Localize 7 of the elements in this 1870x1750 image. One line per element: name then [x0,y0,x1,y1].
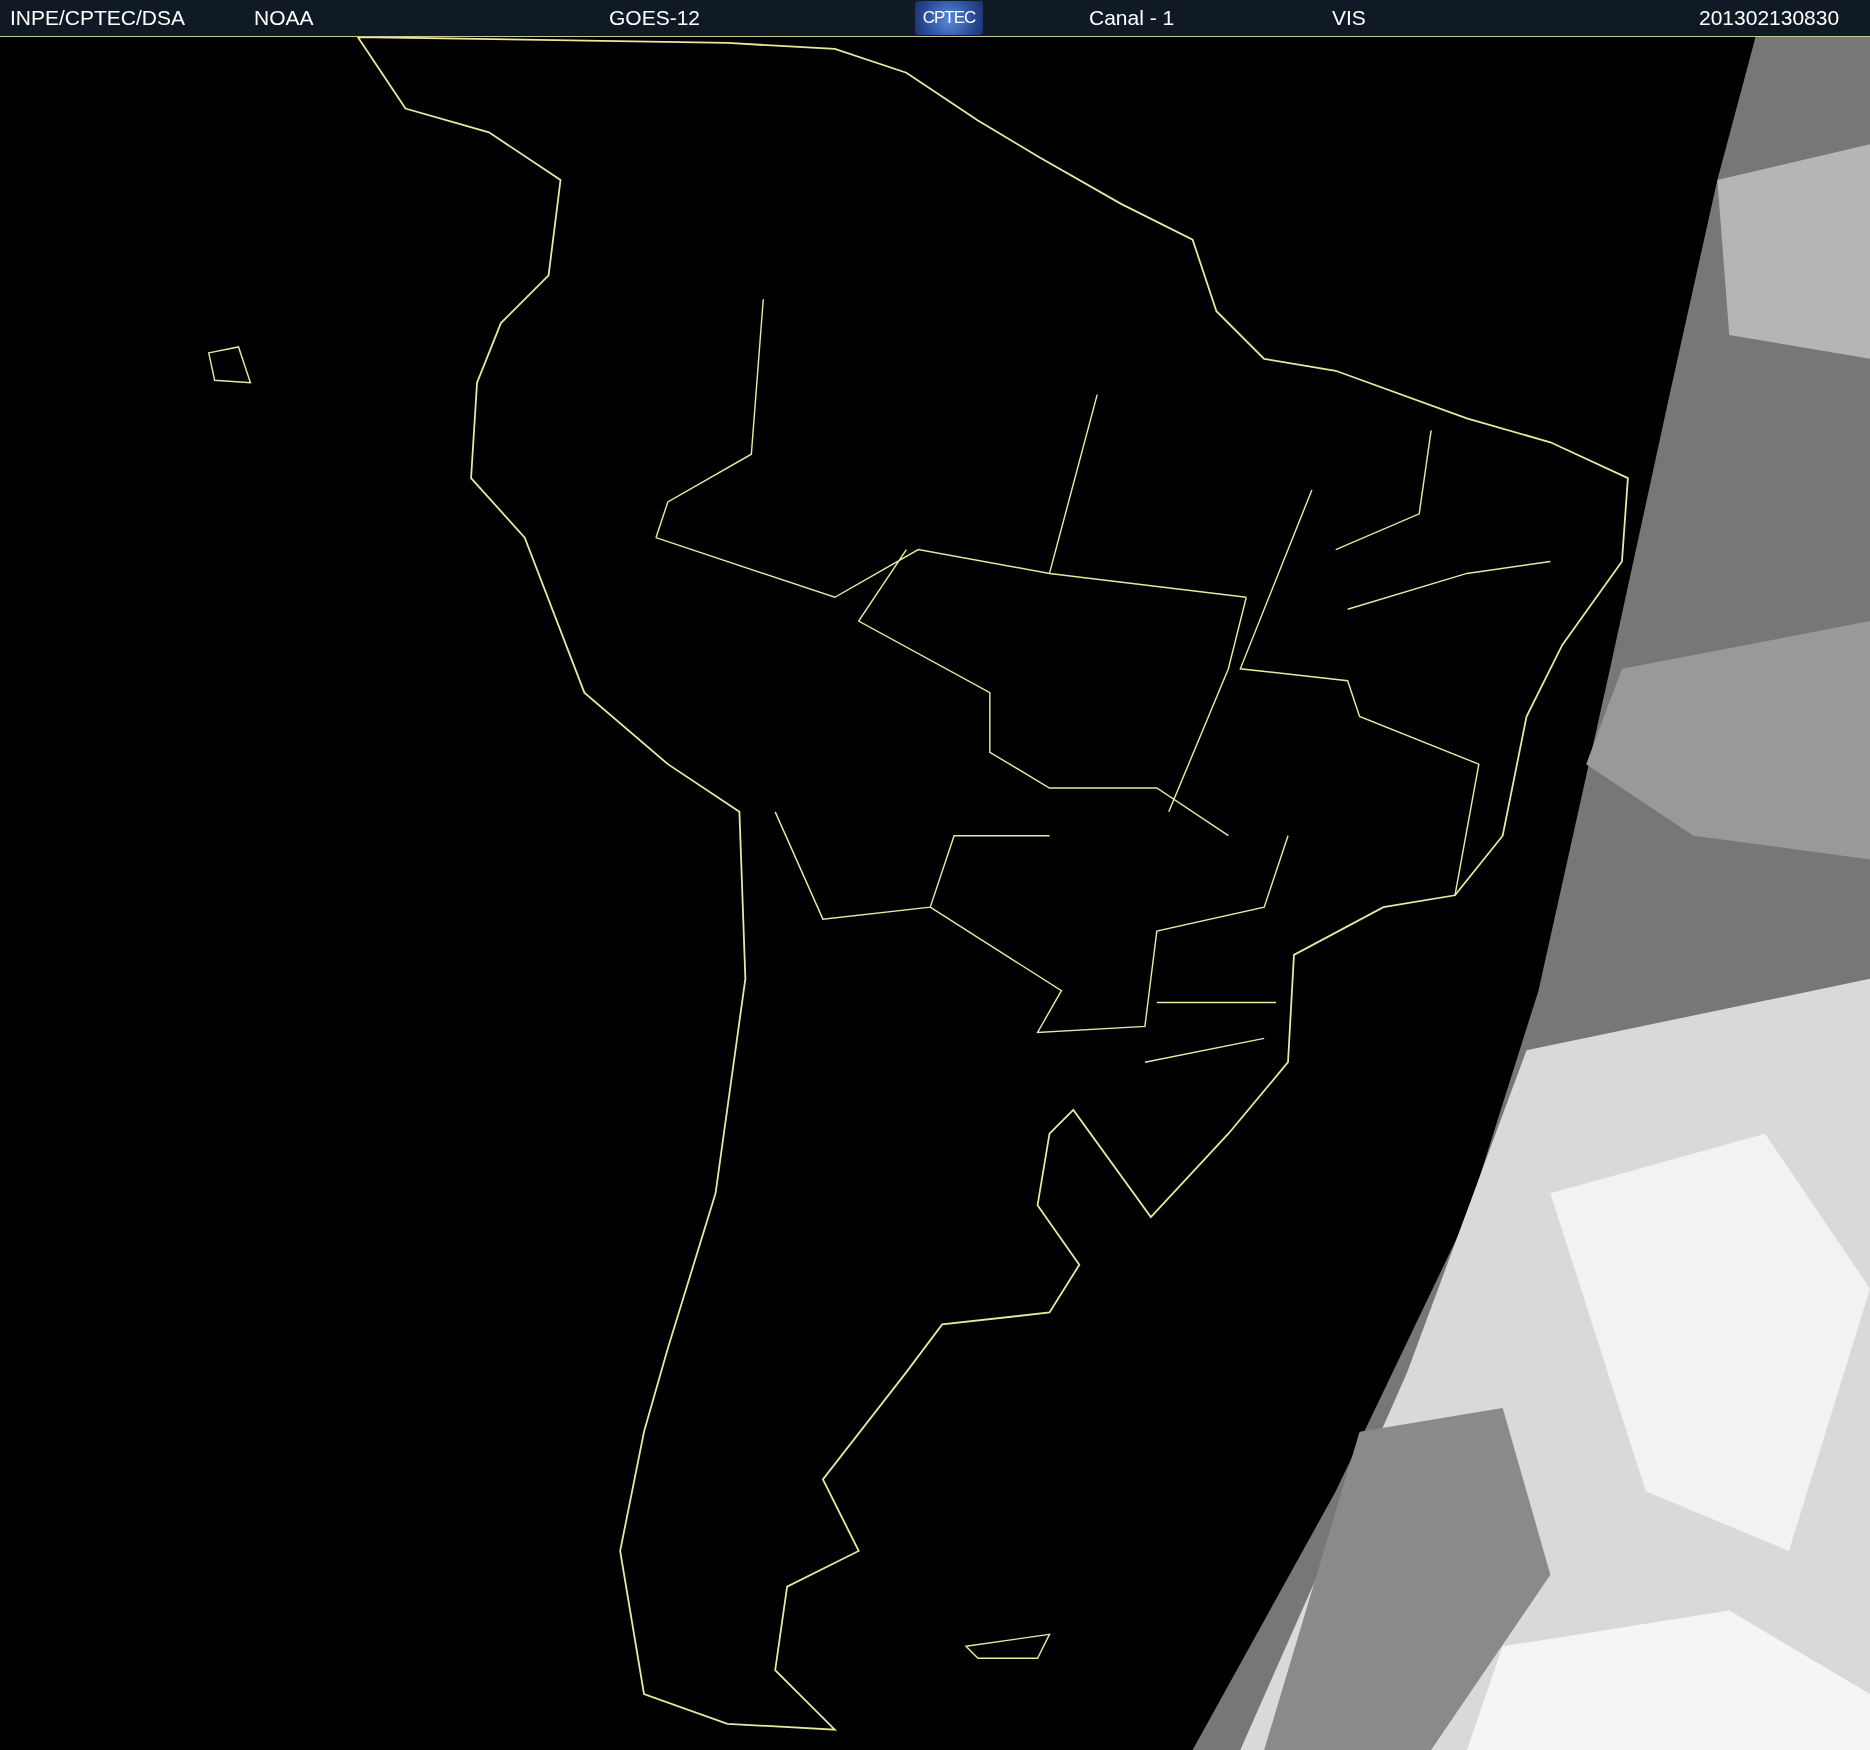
header-label: GOES-12 [608,6,701,30]
header-label: Canal - 1 [1088,6,1175,30]
header-label: INPE/CPTEC/DSA [9,6,186,30]
header-label: VIS [1331,6,1366,30]
header-label: 201302130830 [1698,6,1840,30]
logo: CPTEC [915,1,983,35]
header-label: NOAA [253,6,314,30]
